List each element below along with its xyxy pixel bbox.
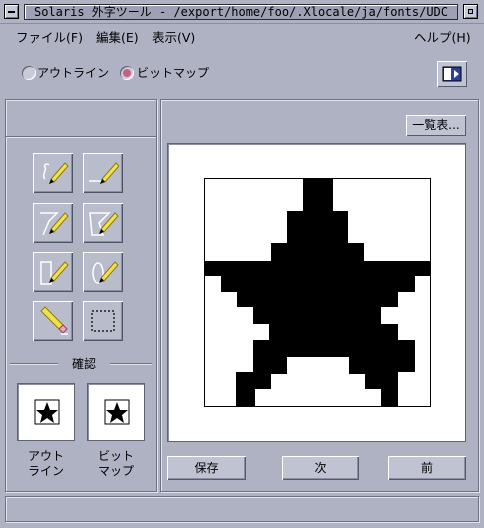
pencil-polygon-icon	[89, 212, 119, 236]
confirm-label: 確認	[71, 357, 96, 371]
previous-button[interactable]: 前	[388, 456, 466, 480]
bitmap-radio[interactable]	[120, 66, 134, 80]
select-rectangle-icon	[91, 310, 115, 332]
eraser-icon	[40, 306, 68, 335]
outline-preview	[17, 383, 75, 441]
pencil-polyline-icon	[40, 212, 69, 236]
list-button[interactable]: 一覧表...	[406, 115, 466, 136]
outline-preview-label-line1: アウト	[27, 449, 64, 463]
menu-view[interactable]: 表示(V)	[152, 28, 195, 48]
pencil-line-icon	[89, 162, 119, 184]
window-icon	[442, 66, 462, 82]
outline-radio[interactable]	[22, 66, 36, 80]
next-button[interactable]: 次	[282, 456, 359, 480]
confirm-divider-left	[10, 363, 58, 365]
star-glyph-icon	[205, 179, 430, 406]
confirm-divider-right	[110, 363, 152, 365]
polygon-tool-button[interactable]	[83, 203, 123, 243]
save-button[interactable]: 保存	[167, 456, 246, 480]
select-tool-button[interactable]	[83, 301, 123, 341]
status-bar	[5, 496, 479, 522]
bitmap-preview	[87, 383, 145, 441]
line-tool-button[interactable]	[83, 153, 123, 193]
rectangle-tool-button[interactable]	[33, 252, 73, 292]
window-title: Solaris 外字ツール - /export/home/foo/.Xlocal…	[24, 4, 458, 20]
outline-radio-label[interactable]: アウトライン	[37, 64, 109, 82]
window-minimize-button[interactable]	[463, 4, 478, 19]
pencil-ellipse-icon	[92, 261, 119, 284]
minimize-icon	[468, 9, 473, 14]
freehand-tool-button[interactable]	[33, 153, 73, 193]
tool-panel-divider	[6, 136, 156, 138]
bitmap-star-icon	[104, 399, 130, 425]
bitmap-preview-label-line2: マップ	[97, 464, 134, 478]
outline-preview-label-line2: ライン	[27, 464, 64, 478]
menu-file[interactable]: ファイル(F)	[16, 28, 83, 48]
window-menu-icon	[8, 11, 15, 13]
bitmap-radio-label[interactable]: ビットマップ	[137, 64, 209, 82]
view-toggle-button[interactable]	[437, 61, 467, 87]
menu-edit[interactable]: 編集(E)	[96, 28, 139, 48]
bitmap-preview-label-line1: ビット	[97, 449, 134, 463]
menu-help[interactable]: ヘルプ(H)	[414, 28, 471, 48]
title-bar[interactable]: Solaris 外字ツール - /export/home/foo/.Xlocal…	[0, 0, 484, 24]
window-menu-button[interactable]	[4, 4, 19, 19]
pencil-rectangle-icon	[40, 261, 69, 285]
outline-star-icon	[34, 399, 60, 425]
pencil-freehand-icon	[42, 162, 69, 184]
eraser-tool-button[interactable]	[33, 301, 73, 341]
ellipse-tool-button[interactable]	[83, 252, 123, 292]
polyline-tool-button[interactable]	[33, 203, 73, 243]
glyph-bitmap[interactable]	[204, 178, 431, 407]
